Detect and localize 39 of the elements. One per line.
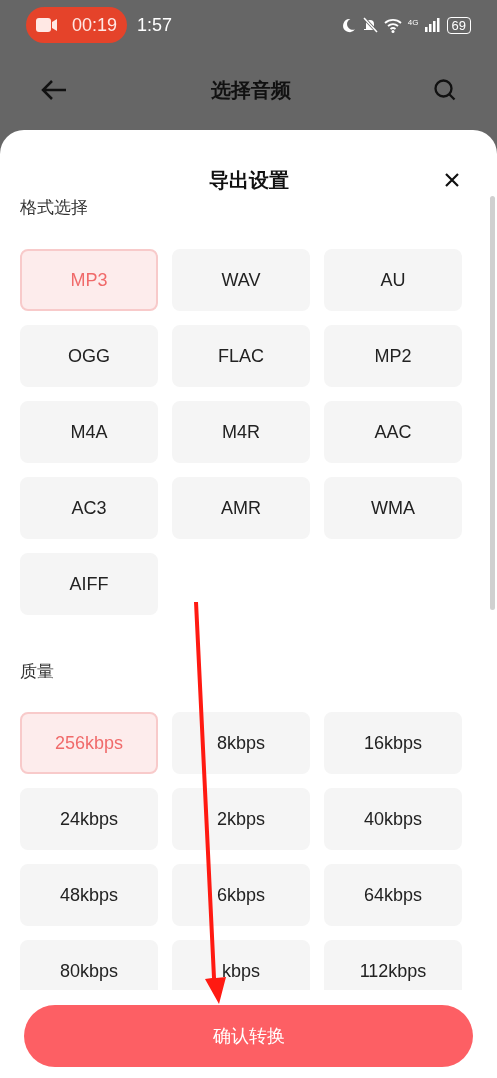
section-label: 质量 — [20, 661, 55, 683]
back-arrow-icon[interactable] — [40, 79, 68, 101]
option-button[interactable]: 40kbps — [324, 788, 462, 850]
option-button[interactable]: AMR — [172, 477, 310, 539]
wifi-icon — [383, 17, 402, 33]
option-button[interactable]: 24kbps — [20, 788, 158, 850]
page-title: 选择音频 — [209, 78, 292, 103]
option-button[interactable]: AC3 — [20, 477, 158, 539]
option-button[interactable]: AIFF — [20, 553, 158, 615]
option-button[interactable]: kbps — [172, 940, 310, 990]
signal-icon — [424, 18, 441, 32]
network-type: 4G — [407, 18, 419, 27]
option-button[interactable]: 112kbps — [324, 940, 462, 990]
option-button[interactable]: M4A — [20, 401, 158, 463]
section-label: 格式选择 — [20, 198, 89, 219]
option-button[interactable]: 8kbps — [172, 712, 310, 774]
moon-icon — [340, 17, 356, 33]
sheet-title: 导出设置 — [208, 168, 289, 193]
option-button[interactable]: WMA — [324, 477, 462, 539]
option-button[interactable]: FLAC — [172, 325, 310, 387]
option-button[interactable]: 2kbps — [172, 788, 310, 850]
video-camera-icon — [36, 18, 58, 32]
recording-time: 00:19 — [72, 13, 118, 37]
option-button[interactable]: 64kbps — [324, 864, 462, 926]
option-button[interactable]: 48kbps — [20, 864, 158, 926]
clock: 1:57 — [137, 13, 173, 37]
search-icon[interactable] — [433, 78, 457, 102]
battery-level: 69 — [446, 16, 471, 34]
muted-bell-icon — [361, 17, 378, 33]
option-button[interactable]: 16kbps — [324, 712, 462, 774]
close-icon[interactable] — [445, 173, 459, 187]
option-button[interactable]: 6kbps — [172, 864, 310, 926]
option-button[interactable]: WAV — [172, 249, 310, 311]
option-button[interactable]: M4R — [172, 401, 310, 463]
option-button[interactable]: AU — [324, 249, 462, 311]
option-button[interactable]: 80kbps — [20, 940, 158, 990]
option-button[interactable]: AAC — [324, 401, 462, 463]
option-button[interactable]: OGG — [20, 325, 158, 387]
option-button[interactable]: MP2 — [324, 325, 462, 387]
